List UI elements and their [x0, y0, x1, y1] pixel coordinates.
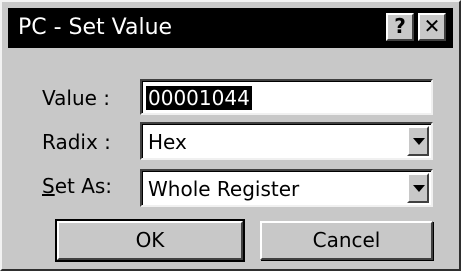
- window-title: PC - Set Value: [18, 15, 173, 40]
- value-label: Value :: [42, 86, 111, 110]
- radix-dropdown-button[interactable]: [407, 126, 429, 156]
- help-button[interactable]: ?: [386, 13, 414, 41]
- close-button[interactable]: ✕: [418, 13, 446, 41]
- radix-selected-value: Hex: [148, 130, 187, 154]
- set-as-dropdown-button[interactable]: [407, 173, 429, 203]
- set-as-mnemonic: S: [42, 174, 55, 198]
- radix-select[interactable]: Hex: [140, 122, 433, 160]
- title-bar[interactable]: PC - Set Value ? ✕: [8, 8, 453, 48]
- chevron-down-icon: [413, 138, 425, 145]
- value-text-selected: 00001044: [146, 86, 252, 110]
- set-as-label-rest: et As:: [54, 174, 113, 198]
- value-input[interactable]: 00001044: [140, 79, 433, 115]
- set-as-label: Set As:: [42, 174, 112, 198]
- chevron-down-icon: [413, 185, 425, 192]
- set-value-dialog: PC - Set Value ? ✕ Value : 00001044 Radi…: [0, 0, 461, 271]
- set-as-select[interactable]: Whole Register: [140, 169, 433, 207]
- ok-button[interactable]: OK: [55, 219, 245, 262]
- set-as-selected-value: Whole Register: [148, 177, 300, 201]
- radix-label: Radix :: [42, 130, 111, 154]
- cancel-button[interactable]: Cancel: [260, 221, 433, 260]
